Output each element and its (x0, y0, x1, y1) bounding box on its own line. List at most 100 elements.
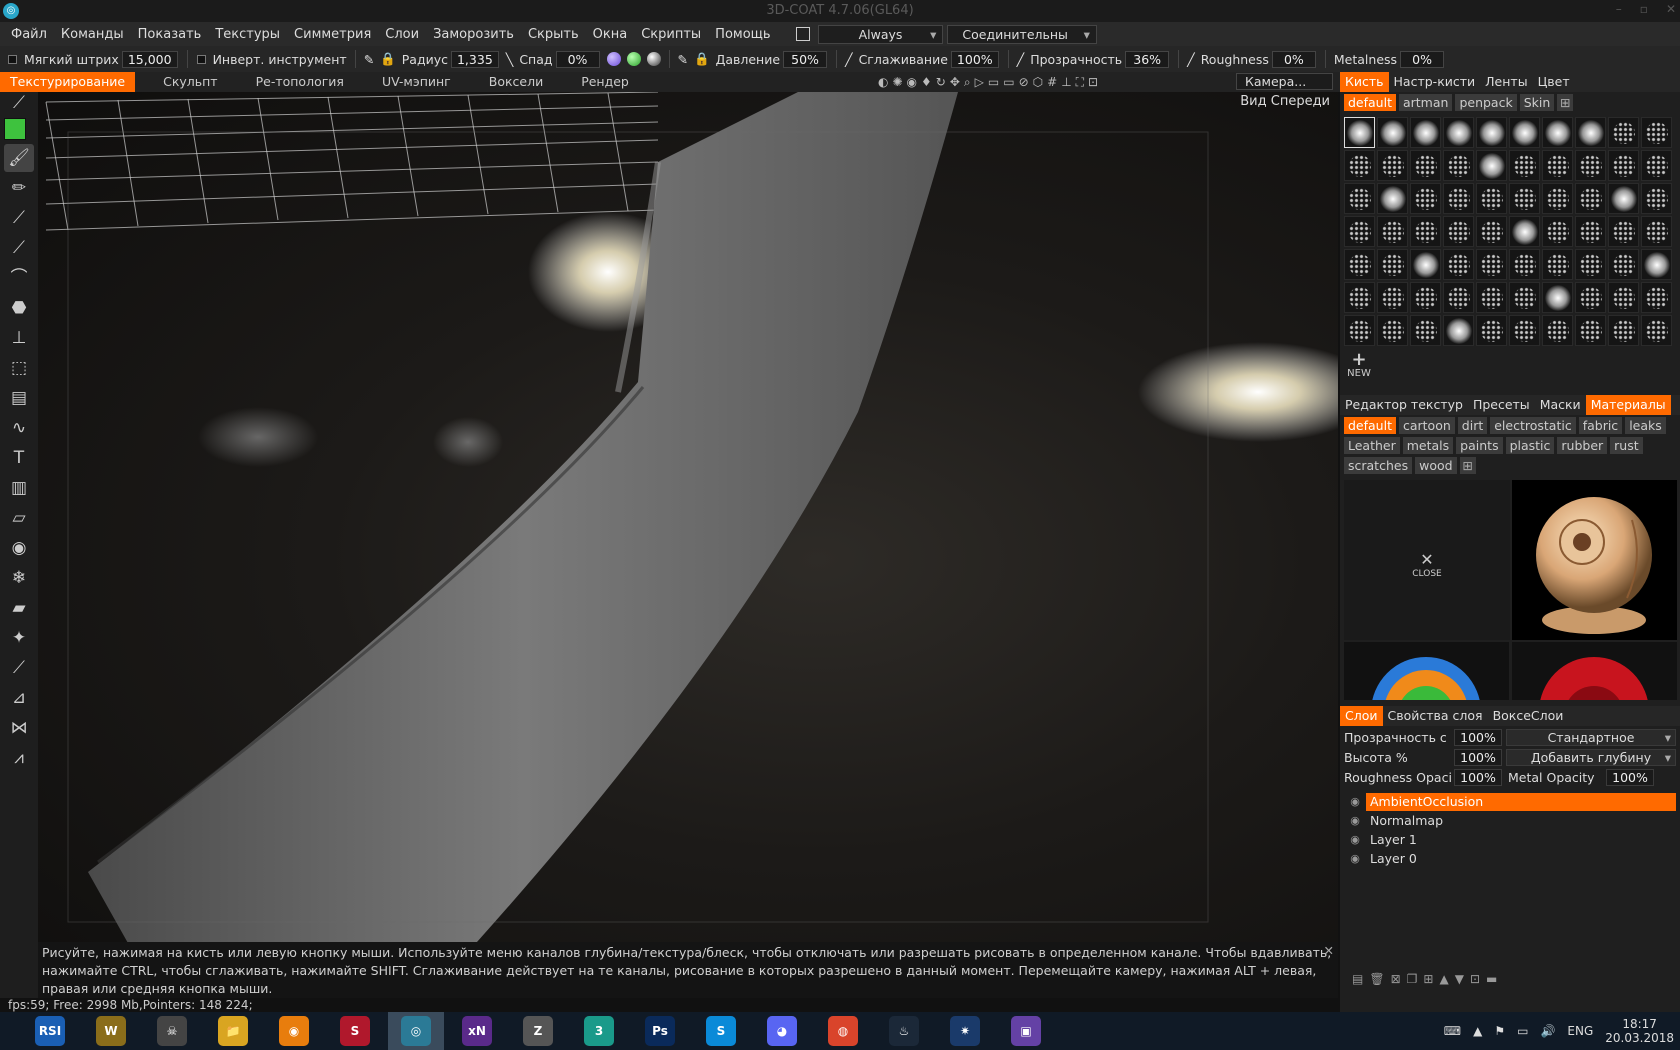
brush-thumb[interactable] (1377, 216, 1408, 247)
brush-thumb[interactable] (1410, 216, 1441, 247)
mat-cat-rubber[interactable]: rubber (1557, 437, 1608, 454)
taskbar-app[interactable]: 📁 (205, 1012, 261, 1050)
tab-layer-properties[interactable]: Свойства слоя (1383, 706, 1488, 726)
menu-help[interactable]: Помощь (708, 27, 777, 42)
brush-thumb[interactable] (1575, 249, 1606, 280)
tab-voxels[interactable]: Воксели (479, 72, 553, 92)
brush-cat-default[interactable]: default (1344, 94, 1396, 111)
brush-thumb[interactable] (1476, 117, 1507, 148)
connect-dropdown[interactable]: Соединительны (947, 24, 1097, 44)
brush-thumb[interactable] (1443, 150, 1474, 181)
move-down-icon[interactable]: ▼ (1455, 972, 1464, 986)
tab-brush-settings[interactable]: Настр-кисти (1389, 72, 1481, 92)
airbrush-icon[interactable]: ⟋ (4, 204, 34, 232)
brush-thumb[interactable] (1542, 150, 1573, 181)
brush-thumb[interactable] (1542, 117, 1573, 148)
brush-thumb[interactable] (1377, 249, 1408, 280)
brush-thumb[interactable] (1575, 216, 1606, 247)
no-icon[interactable]: ⊘ (1019, 75, 1029, 89)
text-icon[interactable]: T (4, 444, 34, 472)
brush-thumb[interactable] (1509, 150, 1540, 181)
brush-thumb[interactable] (1476, 183, 1507, 214)
radius-field[interactable]: 1,335 (450, 50, 499, 68)
magic-wand-icon[interactable]: ✦ (4, 624, 34, 652)
tab-layers[interactable]: Слои (1340, 706, 1383, 726)
taskbar-app[interactable]: ◉ (266, 1012, 322, 1050)
mat-cat-leather[interactable]: Leather (1344, 437, 1400, 454)
always-dropdown[interactable]: Always (817, 24, 944, 44)
soft-stroke-checkbox[interactable] (8, 54, 17, 64)
iron-icon[interactable]: ⊿ (4, 684, 34, 712)
taskbar-app[interactable]: W (83, 1012, 139, 1050)
brush-cat-artman[interactable]: artman (1398, 94, 1453, 111)
material-thumb-1[interactable] (1344, 642, 1509, 700)
taskbar-app[interactable]: ✷ (937, 1012, 993, 1050)
clear-layer-icon[interactable]: ⊠ (1391, 972, 1401, 986)
mat-cat-default[interactable]: default (1344, 417, 1396, 434)
brush-thumb[interactable] (1641, 150, 1672, 181)
brush-thumb[interactable] (1641, 282, 1672, 313)
drop-icon[interactable]: ♦ (921, 75, 932, 89)
menu-view[interactable]: Показать (131, 27, 209, 42)
invert-tool-checkbox[interactable] (196, 54, 206, 64)
move-icon[interactable]: ✥ (950, 75, 960, 89)
mat-cat-fabric[interactable]: fabric (1578, 417, 1623, 434)
transparency-icon[interactable]: ╱ (1017, 52, 1025, 67)
grid-icon[interactable]: # (1047, 75, 1057, 89)
view-eye-icon[interactable]: ◉ (4, 534, 34, 562)
brush-cat-penpack[interactable]: penpack (1455, 94, 1517, 111)
depth-channel-icon[interactable] (606, 52, 621, 66)
camera-dropdown[interactable]: Камера... (1236, 73, 1334, 90)
material-thumb-2[interactable] (1512, 642, 1677, 700)
merge-layer-icon[interactable]: ⊞ (1423, 972, 1433, 986)
menu-windows[interactable]: Окна (586, 27, 635, 42)
taskbar-app[interactable]: Ps (632, 1012, 688, 1050)
brush-thumb[interactable] (1410, 150, 1441, 181)
close-button[interactable]: ✕ (1666, 2, 1676, 16)
color-channel-icon[interactable] (626, 52, 641, 66)
roughness-icon[interactable]: ╱ (1187, 52, 1195, 67)
brush-thumb[interactable] (1509, 183, 1540, 214)
gloss-channel-icon[interactable] (646, 52, 661, 66)
transparency-field[interactable]: 36% (1125, 50, 1170, 68)
language-indicator[interactable]: ENG (1567, 1024, 1593, 1038)
measure-icon[interactable]: ⩘ (4, 744, 34, 772)
layer-row[interactable]: ◉ Layer 1 (1344, 830, 1676, 849)
brush-thumb[interactable] (1443, 249, 1474, 280)
new-layer-icon[interactable]: ▤ (1352, 972, 1363, 986)
brush-thumb[interactable] (1608, 282, 1639, 313)
brush-thumb[interactable] (1608, 216, 1639, 247)
smoothing-field[interactable]: 100% (950, 50, 999, 68)
brush-thumb[interactable] (1410, 282, 1441, 313)
menu-hide[interactable]: Скрыть (521, 27, 586, 42)
folder-icon[interactable]: ▬ (1486, 972, 1497, 986)
keyboard-icon[interactable]: ⌨ (1444, 1024, 1461, 1038)
brush-thumb[interactable] (1575, 117, 1606, 148)
brush-thumb[interactable] (1377, 150, 1408, 181)
eye-icon[interactable]: ◉ (1344, 795, 1366, 808)
fill-brush-icon[interactable]: ⟋ (4, 234, 34, 262)
brush-thumb[interactable] (1542, 282, 1573, 313)
play-icon[interactable]: ▷ (975, 75, 984, 89)
brush-thumb[interactable] (1443, 315, 1474, 346)
lock-icon[interactable]: 🔒 (380, 51, 396, 67)
pen-icon[interactable]: ✎ (364, 52, 374, 67)
brush-thumb[interactable] (1509, 216, 1540, 247)
roughness-opacity-field[interactable]: 100% (1454, 769, 1502, 786)
fit-icon[interactable]: ⊡ (1088, 75, 1098, 89)
brush-thumb[interactable] (1608, 183, 1639, 214)
eye-icon[interactable]: ◉ (1344, 833, 1366, 846)
menu-scripts[interactable]: Скрипты (634, 27, 708, 42)
pen-pressure-icon[interactable]: ✎ (678, 52, 688, 67)
taskbar-app[interactable]: ◎ (388, 1012, 444, 1050)
layer-opacity-field[interactable]: 100% (1454, 729, 1502, 746)
zoom-icon[interactable]: ⌕ (964, 75, 971, 90)
brush-thumb[interactable] (1575, 282, 1606, 313)
mat-cat-electrostatic[interactable]: electrostatic (1490, 417, 1576, 434)
brush-thumb[interactable] (1575, 315, 1606, 346)
tab-materials[interactable]: Материалы (1585, 395, 1671, 415)
layer-settings-icon[interactable]: ⊡ (1470, 972, 1480, 986)
paint-brush-icon[interactable]: 🖌 (4, 144, 34, 172)
brush-thumb[interactable] (1410, 315, 1441, 346)
brush-thumb[interactable] (1509, 282, 1540, 313)
